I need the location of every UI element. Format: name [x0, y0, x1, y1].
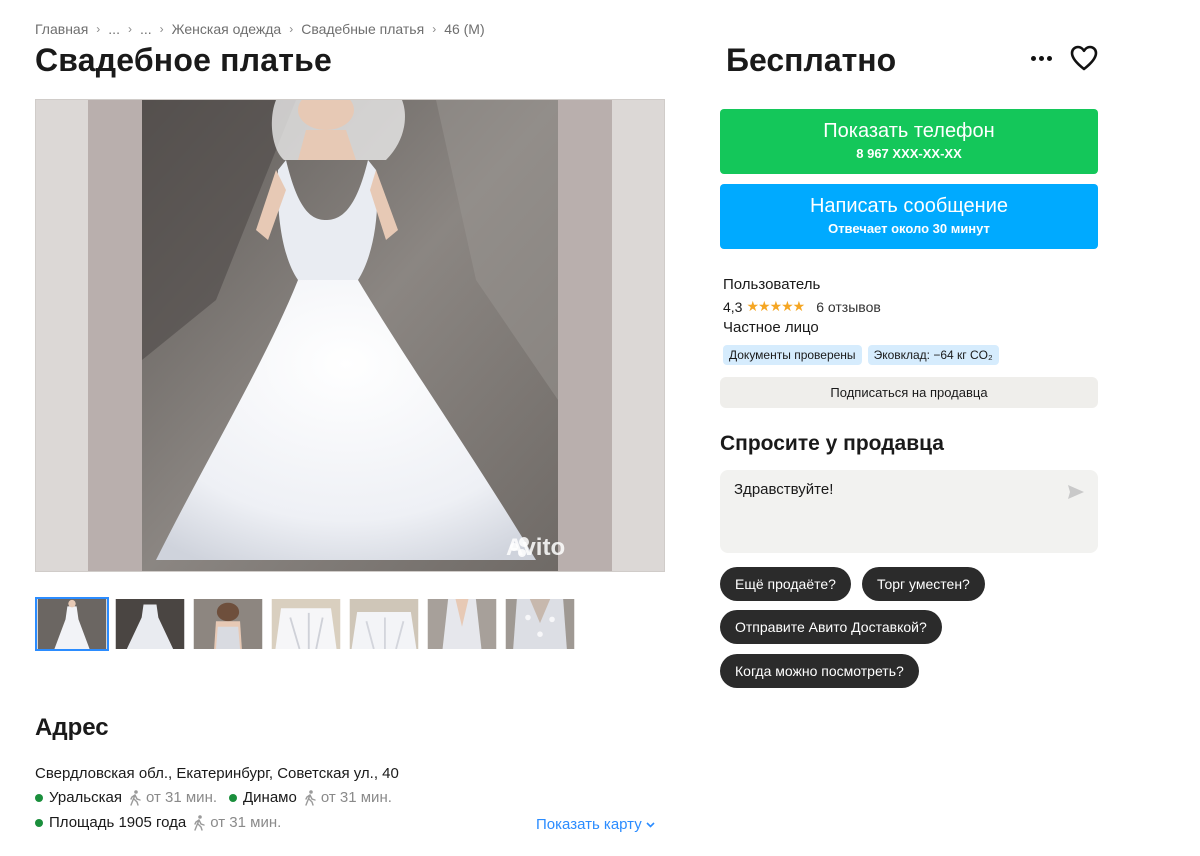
walk-icon [305, 789, 316, 806]
metro-dot-icon [35, 818, 43, 827]
address-text: Свердловская обл., Екатеринбург, Советск… [35, 765, 399, 782]
show-phone-label: Показать телефон [823, 120, 995, 142]
breadcrumb-item-collapsed-1[interactable]: ... [108, 21, 120, 37]
metro-dot-icon [35, 793, 43, 802]
walk-icon [130, 789, 141, 806]
thumbnail-3[interactable] [191, 597, 265, 651]
metro-time: от 31 мин. [145, 789, 218, 806]
show-phone-button[interactable]: Показать телефон 8 967 XXX-XX-XX [720, 109, 1098, 174]
seller-badges: Документы проверены Эковклад: −64 кг CO₂ [723, 345, 999, 365]
reviews-link[interactable]: 6 отзывов [816, 299, 881, 315]
breadcrumb-item-collapsed-2[interactable]: ... [140, 21, 152, 37]
address-title: Адрес [35, 714, 109, 741]
quick-question-when-to-view[interactable]: Когда можно посмотреть? [720, 654, 919, 688]
page-title: Свадебное платье [35, 42, 332, 78]
thumbnail-6[interactable] [425, 597, 499, 651]
chevron-down-icon [646, 821, 655, 828]
photo-thumbnails [35, 597, 577, 651]
subscribe-button[interactable]: Подписаться на продавца [720, 377, 1098, 408]
metro-dot-icon [229, 793, 238, 802]
metro-station: Уральская [49, 789, 122, 806]
main-photo[interactable]: Avito [35, 99, 665, 572]
breadcrumb-item-wedding-dresses[interactable]: Свадебные платья [301, 21, 424, 37]
thumbnail-7[interactable] [503, 597, 577, 651]
quick-question-avito-delivery[interactable]: Отправите Авито Доставкой? [720, 610, 942, 644]
metro-time: от 31 мин. [210, 814, 282, 831]
walk-icon [194, 814, 205, 831]
seller-rating: 4,3 ★★★★★ 6 отзывов [723, 298, 881, 315]
chevron-right-icon: › [159, 22, 164, 36]
badge-documents-verified[interactable]: Документы проверены [723, 345, 862, 365]
ask-seller-title: Спросите у продавца [720, 432, 944, 455]
phone-number: 8 967 XXX-XX-XX [856, 146, 962, 161]
thumbnail-4[interactable] [269, 597, 343, 651]
thumbnail-1[interactable] [35, 597, 109, 651]
metro-station: Динамо [243, 789, 297, 806]
metro-list-row-2: Площадь 1905 года от 31 мин. [35, 814, 293, 831]
show-map-link[interactable]: Показать карту [536, 816, 655, 833]
rating-value: 4,3 [723, 298, 743, 315]
quick-question-bargain[interactable]: Торг уместен? [862, 567, 985, 601]
thumbnail-5[interactable] [347, 597, 421, 651]
thumbnail-2[interactable] [113, 597, 187, 651]
chevron-right-icon: › [127, 22, 132, 36]
chevron-right-icon: › [289, 22, 294, 36]
breadcrumb-item-home[interactable]: Главная [35, 21, 88, 37]
chevron-right-icon: › [432, 22, 437, 36]
message-input[interactable]: Здравствуйте! [734, 481, 1054, 541]
send-icon[interactable] [1066, 483, 1086, 501]
metro-time: от 31 мин. [320, 789, 392, 806]
price: Бесплатно [726, 42, 897, 78]
rating-stars-icon: ★★★★★ [746, 298, 805, 314]
metro-station: Площадь 1905 года [49, 814, 187, 831]
response-time: Отвечает около 30 минут [828, 221, 990, 236]
chevron-right-icon: › [96, 22, 101, 36]
ask-seller-box: Здравствуйте! [720, 470, 1098, 553]
show-map-label: Показать карту [536, 816, 642, 833]
breadcrumb: Главная › ... › ... › Женская одежда › С… [35, 21, 485, 37]
metro-list-row-1: Уральская от 31 мин. Динамо от 31 мин. [35, 789, 404, 806]
quick-question-still-selling[interactable]: Ещё продаёте? [720, 567, 851, 601]
seller-name[interactable]: Пользователь [723, 276, 820, 293]
heart-icon[interactable] [1069, 44, 1099, 72]
breadcrumb-item-size[interactable]: 46 (M) [444, 21, 484, 37]
write-message-button[interactable]: Написать сообщение Отвечает около 30 мин… [720, 184, 1098, 249]
badge-eco-contribution[interactable]: Эковклад: −64 кг CO₂ [867, 345, 999, 365]
breadcrumb-item-womens-clothing[interactable]: Женская одежда [172, 21, 282, 37]
seller-type: Частное лицо [723, 319, 819, 336]
write-message-label: Написать сообщение [809, 195, 1008, 217]
more-icon[interactable] [1026, 45, 1056, 71]
